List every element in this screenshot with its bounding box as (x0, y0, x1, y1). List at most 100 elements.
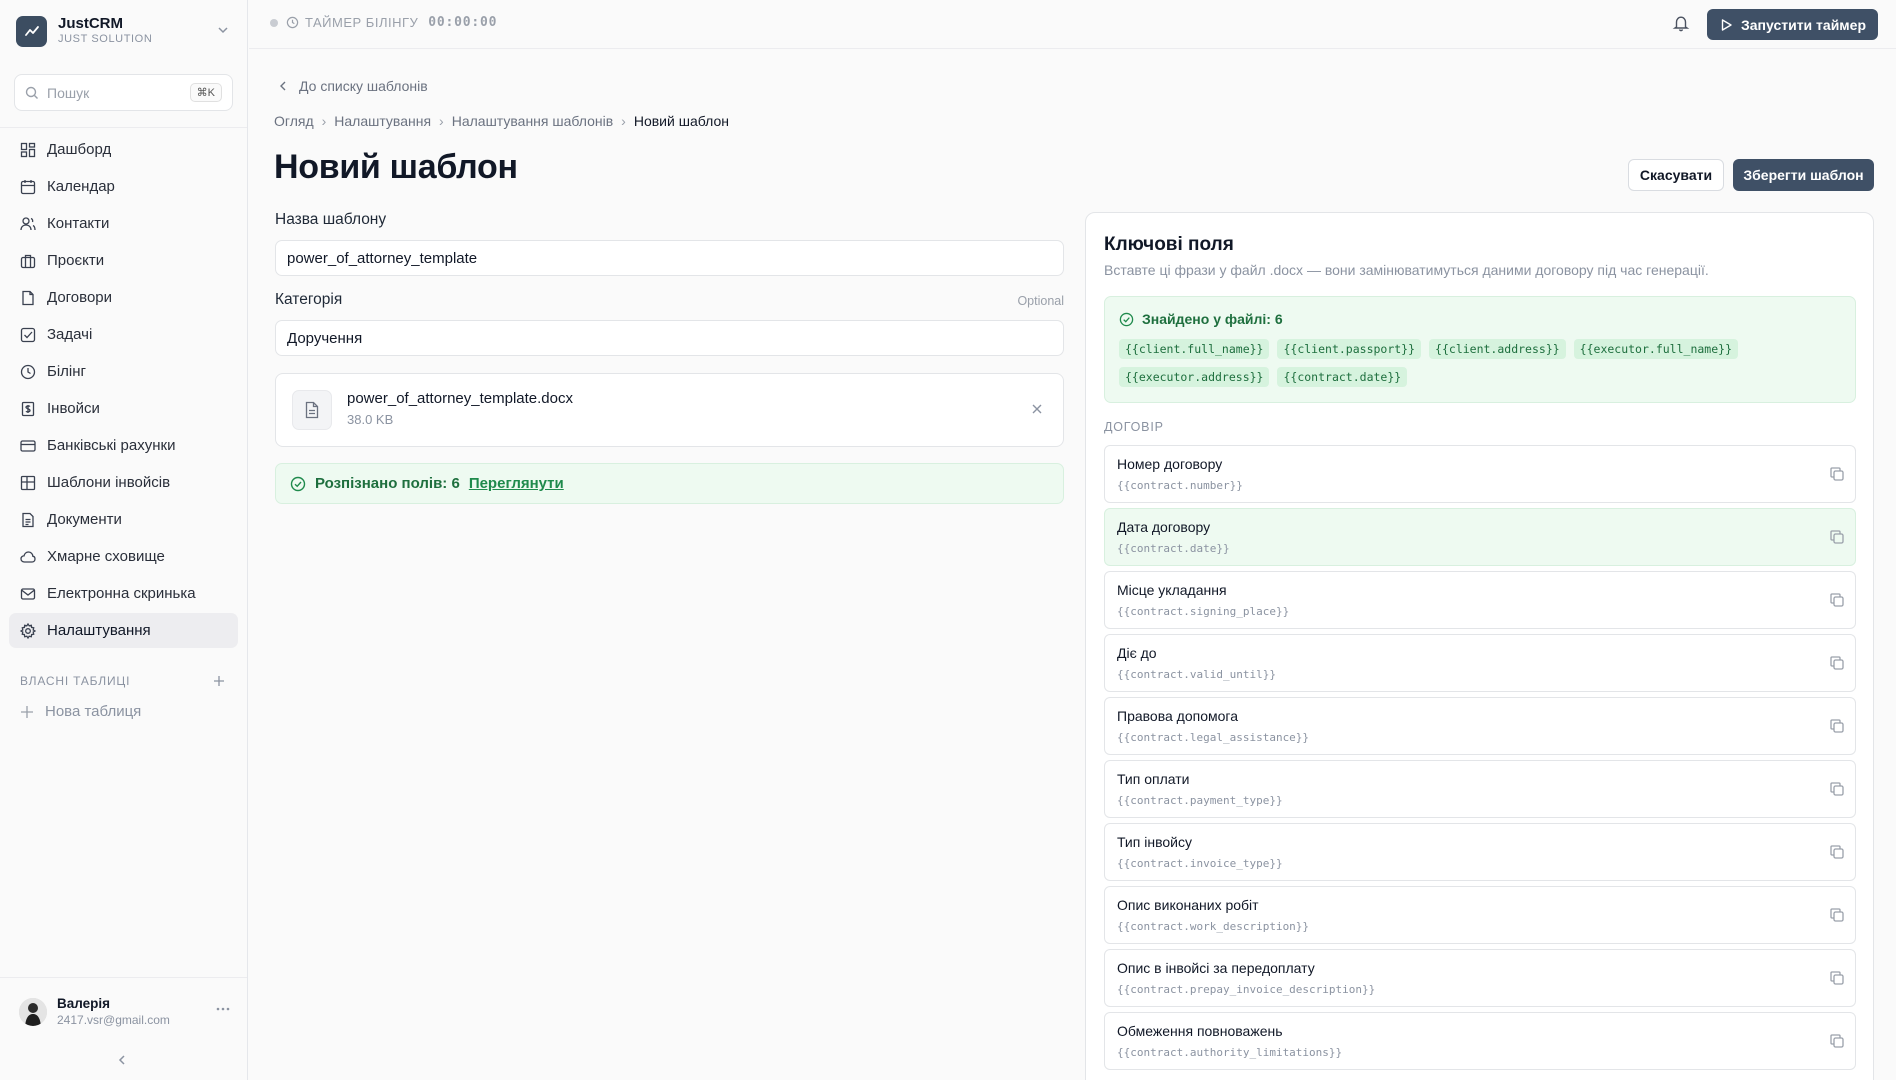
sidebar-item-dashboard[interactable]: Дашборд (9, 132, 238, 167)
field-label: Дата договору (1117, 519, 1211, 535)
field-key: {{contract.signing_place}} (1117, 605, 1290, 618)
start-timer-button[interactable]: Запустити таймер (1707, 9, 1878, 40)
copy-icon[interactable] (1829, 718, 1845, 734)
calendar-icon (20, 179, 36, 194)
search-shortcut: ⌘K (189, 83, 222, 102)
gear-icon (20, 622, 36, 639)
save-template-button[interactable]: Зберегти шаблон (1733, 159, 1874, 191)
user-profile[interactable]: Валерія 2417.vsr@gmail.com (19, 995, 231, 1029)
sidebar-item-documents[interactable]: Документи (9, 502, 238, 537)
breadcrumb-item[interactable]: Огляд (274, 113, 314, 129)
field-chip[interactable]: {{executor.address}} (1119, 367, 1270, 387)
briefcase-icon (20, 254, 36, 268)
sidebar-item-invoice-templates[interactable]: Шаблони інвойсів (9, 465, 238, 500)
field-label: Обмеження повноважень (1117, 1023, 1283, 1039)
more-horizontal-icon[interactable] (215, 1001, 231, 1017)
field-key: {{contract.payment_type}} (1117, 794, 1283, 807)
check-circle-icon (290, 476, 306, 491)
sidebar-item-label: Електронна скринька (47, 585, 196, 602)
clock-icon (20, 364, 36, 379)
field-chip[interactable]: {{contract.date}} (1277, 367, 1408, 387)
sidebar-item-mailbox[interactable]: Електронна скринька (9, 576, 238, 611)
field-chip[interactable]: {{client.address}} (1429, 339, 1566, 359)
breadcrumb-separator: › (321, 113, 327, 129)
field-row[interactable]: Опис виконаних робіт {{contract.work_des… (1104, 886, 1856, 944)
sidebar-item-calendar[interactable]: Календар (9, 169, 238, 204)
sidebar-item-invoices[interactable]: Інвойси (9, 391, 238, 426)
user-name: Валерія (57, 996, 111, 1011)
category-input[interactable]: Доручення (275, 320, 1064, 356)
workspace-switcher[interactable]: JustCRM JUST SOLUTION (16, 15, 234, 47)
close-icon[interactable] (1031, 403, 1043, 415)
template-name-input[interactable]: power_of_attorney_template (275, 240, 1064, 276)
panel-title: Ключові поля (1104, 234, 1234, 255)
back-to-templates-link[interactable]: До списку шаблонів (277, 78, 428, 94)
breadcrumb: Огляд › Налаштування › Налаштування шабл… (274, 113, 729, 129)
copy-icon[interactable] (1829, 970, 1845, 986)
field-chip[interactable]: {{executor.full_name}} (1573, 339, 1738, 359)
field-key: {{contract.date}} (1117, 542, 1230, 555)
page-title: Новий шаблон (274, 148, 518, 186)
breadcrumb-separator: › (621, 113, 626, 129)
field-label: Опис виконаних робіт (1117, 897, 1259, 913)
field-row[interactable]: Дата договору {{contract.date}} (1104, 508, 1856, 566)
copy-icon[interactable] (1829, 655, 1845, 671)
breadcrumb-item[interactable]: Налаштування шаблонів (452, 113, 613, 129)
field-row[interactable]: Обмеження повноважень {{contract.authori… (1104, 1012, 1856, 1070)
cancel-button[interactable]: Скасувати (1628, 159, 1724, 191)
field-chip[interactable]: {{client.full_name}} (1119, 339, 1270, 359)
field-row[interactable]: Тип інвойсу {{contract.invoice_type}} (1104, 823, 1856, 881)
sidebar-item-tasks[interactable]: Задачі (9, 317, 238, 352)
bell-icon[interactable] (1672, 14, 1690, 32)
sidebar-item-label: Шаблони інвойсів (47, 474, 171, 491)
sidebar-item-label: Проєкти (47, 252, 105, 269)
sidebar-item-label: Документи (47, 511, 122, 528)
plus-icon[interactable] (213, 675, 225, 687)
play-icon (1721, 18, 1732, 31)
recognized-fields-text: Розпізнано полів: 6 (315, 475, 460, 492)
field-chip[interactable]: {{client.passport}} (1277, 339, 1422, 359)
new-table-button[interactable]: Нова таблиця (20, 703, 141, 720)
copy-icon[interactable] (1829, 844, 1845, 860)
document-icon (22, 290, 34, 305)
breadcrumb-current: Новий шаблон (633, 113, 729, 129)
file-size: 38.0 KB (347, 412, 394, 427)
field-key: {{contract.authority_limitations}} (1117, 1046, 1343, 1059)
copy-icon[interactable] (1829, 592, 1845, 608)
found-header: Знайдено у файлі: 6 (1119, 311, 1283, 327)
dashboard-icon (20, 142, 36, 157)
copy-icon[interactable] (1829, 907, 1845, 923)
sidebar-item-billing[interactable]: Білінг (9, 354, 238, 389)
field-row[interactable]: Опис в інвойсі за передоплату {{contract… (1104, 949, 1856, 1007)
avatar (19, 998, 47, 1026)
clock-icon (286, 16, 299, 29)
sidebar-item-bank-accounts[interactable]: Банківські рахунки (9, 428, 238, 463)
top-bar: ТАЙМЕР БІЛІНГУ 00:00:00 Запустити таймер (249, 0, 1896, 49)
field-row[interactable]: Правова допомога {{contract.legal_assist… (1104, 697, 1856, 755)
sidebar-item-projects[interactable]: Проєкти (9, 243, 238, 278)
sidebar-item-contacts[interactable]: Контакти (9, 206, 238, 241)
field-row[interactable]: Номер договору {{contract.number}} (1104, 445, 1856, 503)
sidebar-item-contracts[interactable]: Договори (9, 280, 238, 315)
app-logo-icon (16, 15, 47, 47)
copy-icon[interactable] (1829, 1033, 1845, 1049)
copy-icon[interactable] (1829, 781, 1845, 797)
credit-card-icon (20, 439, 36, 452)
field-row[interactable]: Місце укладання {{contract.signing_place… (1104, 571, 1856, 629)
copy-icon[interactable] (1829, 529, 1845, 545)
field-row[interactable]: Тип оплати {{contract.payment_type}} (1104, 760, 1856, 818)
chevron-left-icon[interactable] (115, 1053, 129, 1067)
copy-icon[interactable] (1829, 466, 1845, 482)
sidebar-item-settings[interactable]: Налаштування (9, 613, 238, 648)
view-fields-link[interactable]: Переглянути (469, 475, 564, 492)
template-name-label: Назва шаблону (275, 211, 387, 228)
field-row[interactable]: Діє до {{contract.valid_until}} (1104, 634, 1856, 692)
field-label: Діє до (1117, 645, 1157, 661)
sidebar-item-cloud-storage[interactable]: Хмарне сховище (9, 539, 238, 574)
search-input[interactable]: Пошук ⌘K (14, 74, 233, 111)
grid-icon (20, 475, 36, 490)
breadcrumb-item[interactable]: Налаштування (334, 113, 431, 129)
recognized-fields-banner: Розпізнано полів: 6 Переглянути (275, 463, 1064, 504)
field-key: {{contract.work_description}} (1117, 920, 1310, 933)
timer-value: 00:00:00 (428, 15, 498, 30)
